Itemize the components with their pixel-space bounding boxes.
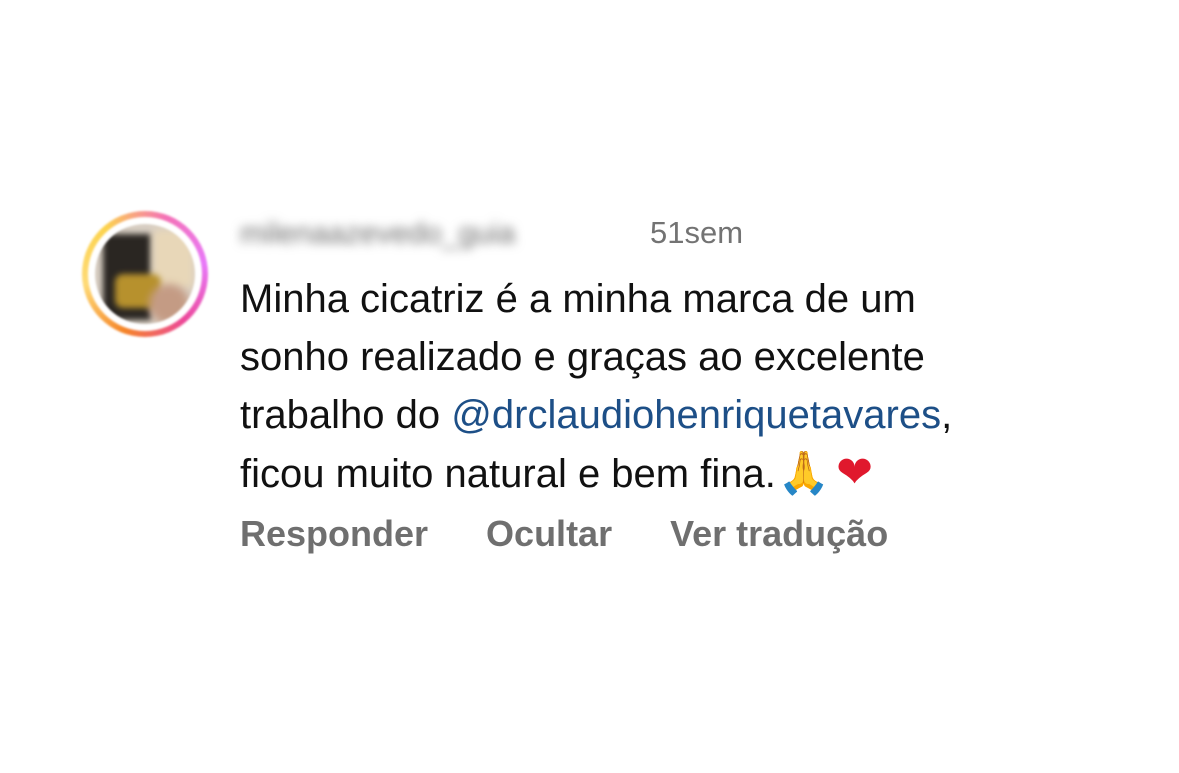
mention-link[interactable]: @drclaudiohenriquetavares <box>451 393 941 437</box>
comment-line-text: ficou muito natural e bem fina. <box>240 452 776 496</box>
comment-text: Minha cicatriz é a minha marca de um son… <box>240 270 1140 503</box>
comment-line: ficou muito natural e bem fina.🙏 ❤ <box>240 444 1140 503</box>
avatar-photo-face <box>149 284 189 324</box>
see-translation-button[interactable]: Ver tradução <box>670 512 888 556</box>
avatar-photo <box>95 224 195 324</box>
comment-line: Minha cicatriz é a minha marca de um <box>240 277 916 321</box>
comment-actions: Responder Ocultar Ver tradução <box>240 512 888 556</box>
comment-line: trabalho do @drclaudiohenriquetavares, <box>240 386 1140 444</box>
hide-button[interactable]: Ocultar <box>486 512 612 556</box>
comment-line-text: trabalho do <box>240 393 452 437</box>
reply-button[interactable]: Responder <box>240 512 428 556</box>
comment-line-punctuation: , <box>941 393 953 437</box>
avatar-story-ring-gap <box>88 217 202 331</box>
red-heart-emoji-icon: ❤ <box>836 447 874 498</box>
comment-timestamp: 51sem <box>650 215 744 250</box>
folded-hands-emoji-icon: 🙏 <box>777 448 831 497</box>
comment-line: sonho realizado e graças ao excelente <box>240 335 925 379</box>
avatar[interactable] <box>82 211 208 337</box>
comment-username[interactable]: milenaazevedo_guia <box>240 216 515 252</box>
